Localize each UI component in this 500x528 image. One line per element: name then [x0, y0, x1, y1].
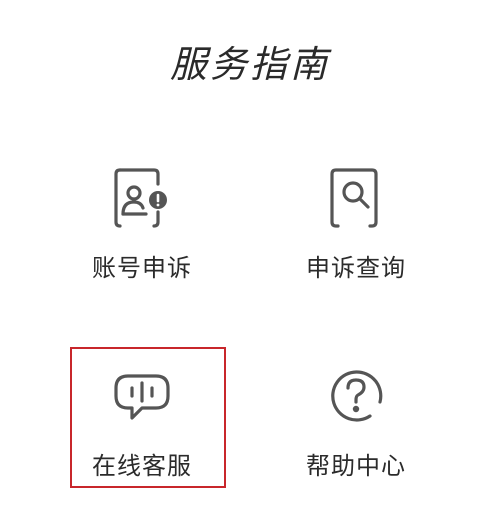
- account-appeal-label: 账号申诉: [92, 254, 192, 282]
- account-appeal-button[interactable]: 账号申诉: [62, 166, 222, 296]
- appeal-query-label: 申诉查询: [306, 254, 406, 282]
- help-center-button[interactable]: 帮助中心: [276, 364, 436, 494]
- help-center-icon: [324, 364, 388, 428]
- help-center-label: 帮助中心: [306, 452, 406, 480]
- highlight-box: [70, 347, 226, 488]
- account-appeal-icon: [110, 166, 174, 230]
- appeal-query-icon: [324, 166, 388, 230]
- appeal-query-button[interactable]: 申诉查询: [276, 166, 436, 296]
- page-title: 服务指南: [170, 43, 330, 86]
